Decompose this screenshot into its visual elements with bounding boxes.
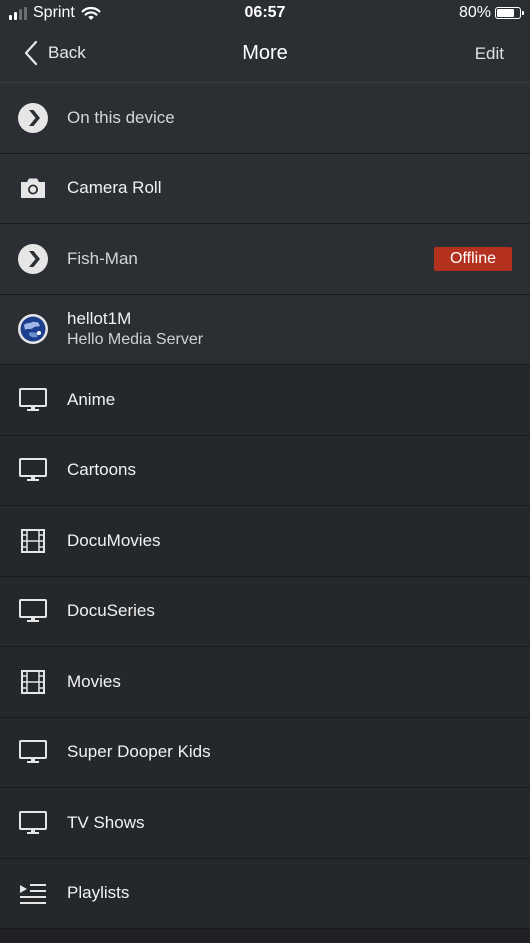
list-item-label: TV Shows	[67, 812, 145, 832]
tv-icon	[17, 454, 49, 486]
status-right: 80%	[458, 4, 524, 22]
film-icon	[17, 525, 49, 557]
sources-list: On this device Camera Roll Fish-Man Offl…	[0, 83, 530, 929]
list-item-label: Movies	[67, 671, 121, 691]
list-item-label: On this device	[67, 107, 175, 127]
list-item-subtitle: Hello Media Server	[67, 331, 204, 349]
battery-icon	[495, 7, 524, 19]
list-item-super-dooper-kids[interactable]: Super Dooper Kids	[0, 717, 530, 788]
list-item-label: Cartoons	[67, 460, 136, 480]
status-bar: Sprint 06:57 80%	[0, 0, 530, 26]
edit-button[interactable]: Edit	[475, 44, 504, 64]
list-item-label: Anime	[67, 389, 116, 409]
battery-fill	[497, 9, 515, 17]
list-item-label: Fish-Man	[67, 248, 138, 268]
navigation-bar: Back More Edit	[0, 26, 530, 83]
list-item-label: DocuSeries	[67, 601, 155, 621]
list-item-text: hellot1M Hello Media Server	[67, 309, 203, 349]
list-item-tv-shows[interactable]: TV Shows	[0, 788, 530, 859]
tv-icon	[17, 736, 49, 768]
page-title: More	[242, 42, 288, 64]
list-item-playlists[interactable]: Playlists	[0, 858, 530, 929]
tv-icon	[17, 807, 49, 839]
list-item-docuseries[interactable]: DocuSeries	[0, 576, 530, 647]
playlist-icon	[17, 877, 49, 909]
list-item-movies[interactable]: Movies	[0, 647, 530, 718]
film-icon	[17, 666, 49, 698]
camera-icon	[17, 172, 49, 204]
globe-server-icon	[17, 313, 49, 345]
list-item-label: Camera Roll	[67, 178, 162, 198]
tv-icon	[17, 384, 49, 416]
list-item-fish-man[interactable]: Fish-Man Offline	[0, 224, 530, 295]
list-item-cartoons[interactable]: Cartoons	[0, 435, 530, 506]
list-item-anime[interactable]: Anime	[0, 365, 530, 436]
offline-badge: Offline	[434, 246, 512, 271]
battery-percent: 80%	[458, 4, 491, 21]
tv-icon	[17, 595, 49, 627]
list-item-documovies[interactable]: DocuMovies	[0, 506, 530, 577]
list-item-hellot1m[interactable]: hellot1M Hello Media Server	[0, 294, 530, 365]
list-item-camera-roll[interactable]: Camera Roll	[0, 153, 530, 224]
list-item-label: hellot1M	[67, 309, 132, 329]
clock: 06:57	[244, 4, 286, 21]
plex-chevron-icon	[17, 243, 49, 275]
plex-chevron-icon	[17, 102, 49, 134]
list-item-on-this-device[interactable]: On this device	[0, 83, 530, 154]
list-item-label: Super Dooper Kids	[67, 742, 211, 762]
list-item-label: DocuMovies	[67, 530, 161, 550]
list-item-label: Playlists	[67, 883, 130, 903]
